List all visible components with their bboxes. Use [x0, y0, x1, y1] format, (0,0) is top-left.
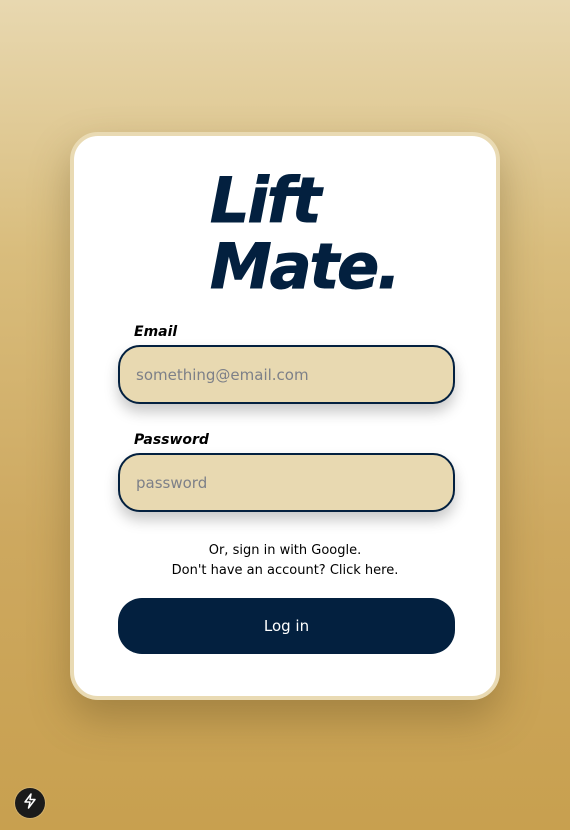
logo-line-mate: Mate. [210, 230, 402, 303]
google-sign-in-link[interactable]: Or, sign in with Google. [74, 541, 496, 561]
password-field[interactable] [118, 453, 455, 512]
login-button[interactable]: Log in [118, 598, 455, 654]
dev-tools-button[interactable] [15, 788, 45, 818]
password-label: Password [134, 432, 209, 448]
sign-up-link[interactable]: Don't have an account? Click here. [74, 561, 496, 581]
alt-auth-links: Or, sign in with Google. Don't have an a… [74, 541, 496, 581]
email-field[interactable] [118, 345, 455, 404]
app-logo: Lift Mate. [210, 164, 402, 303]
logo-line-lift: Lift [210, 164, 322, 237]
login-card: Lift Mate. Email Password Or, sign in wi… [70, 132, 500, 700]
email-label: Email [134, 324, 178, 340]
lightning-bolt-icon [23, 793, 37, 813]
